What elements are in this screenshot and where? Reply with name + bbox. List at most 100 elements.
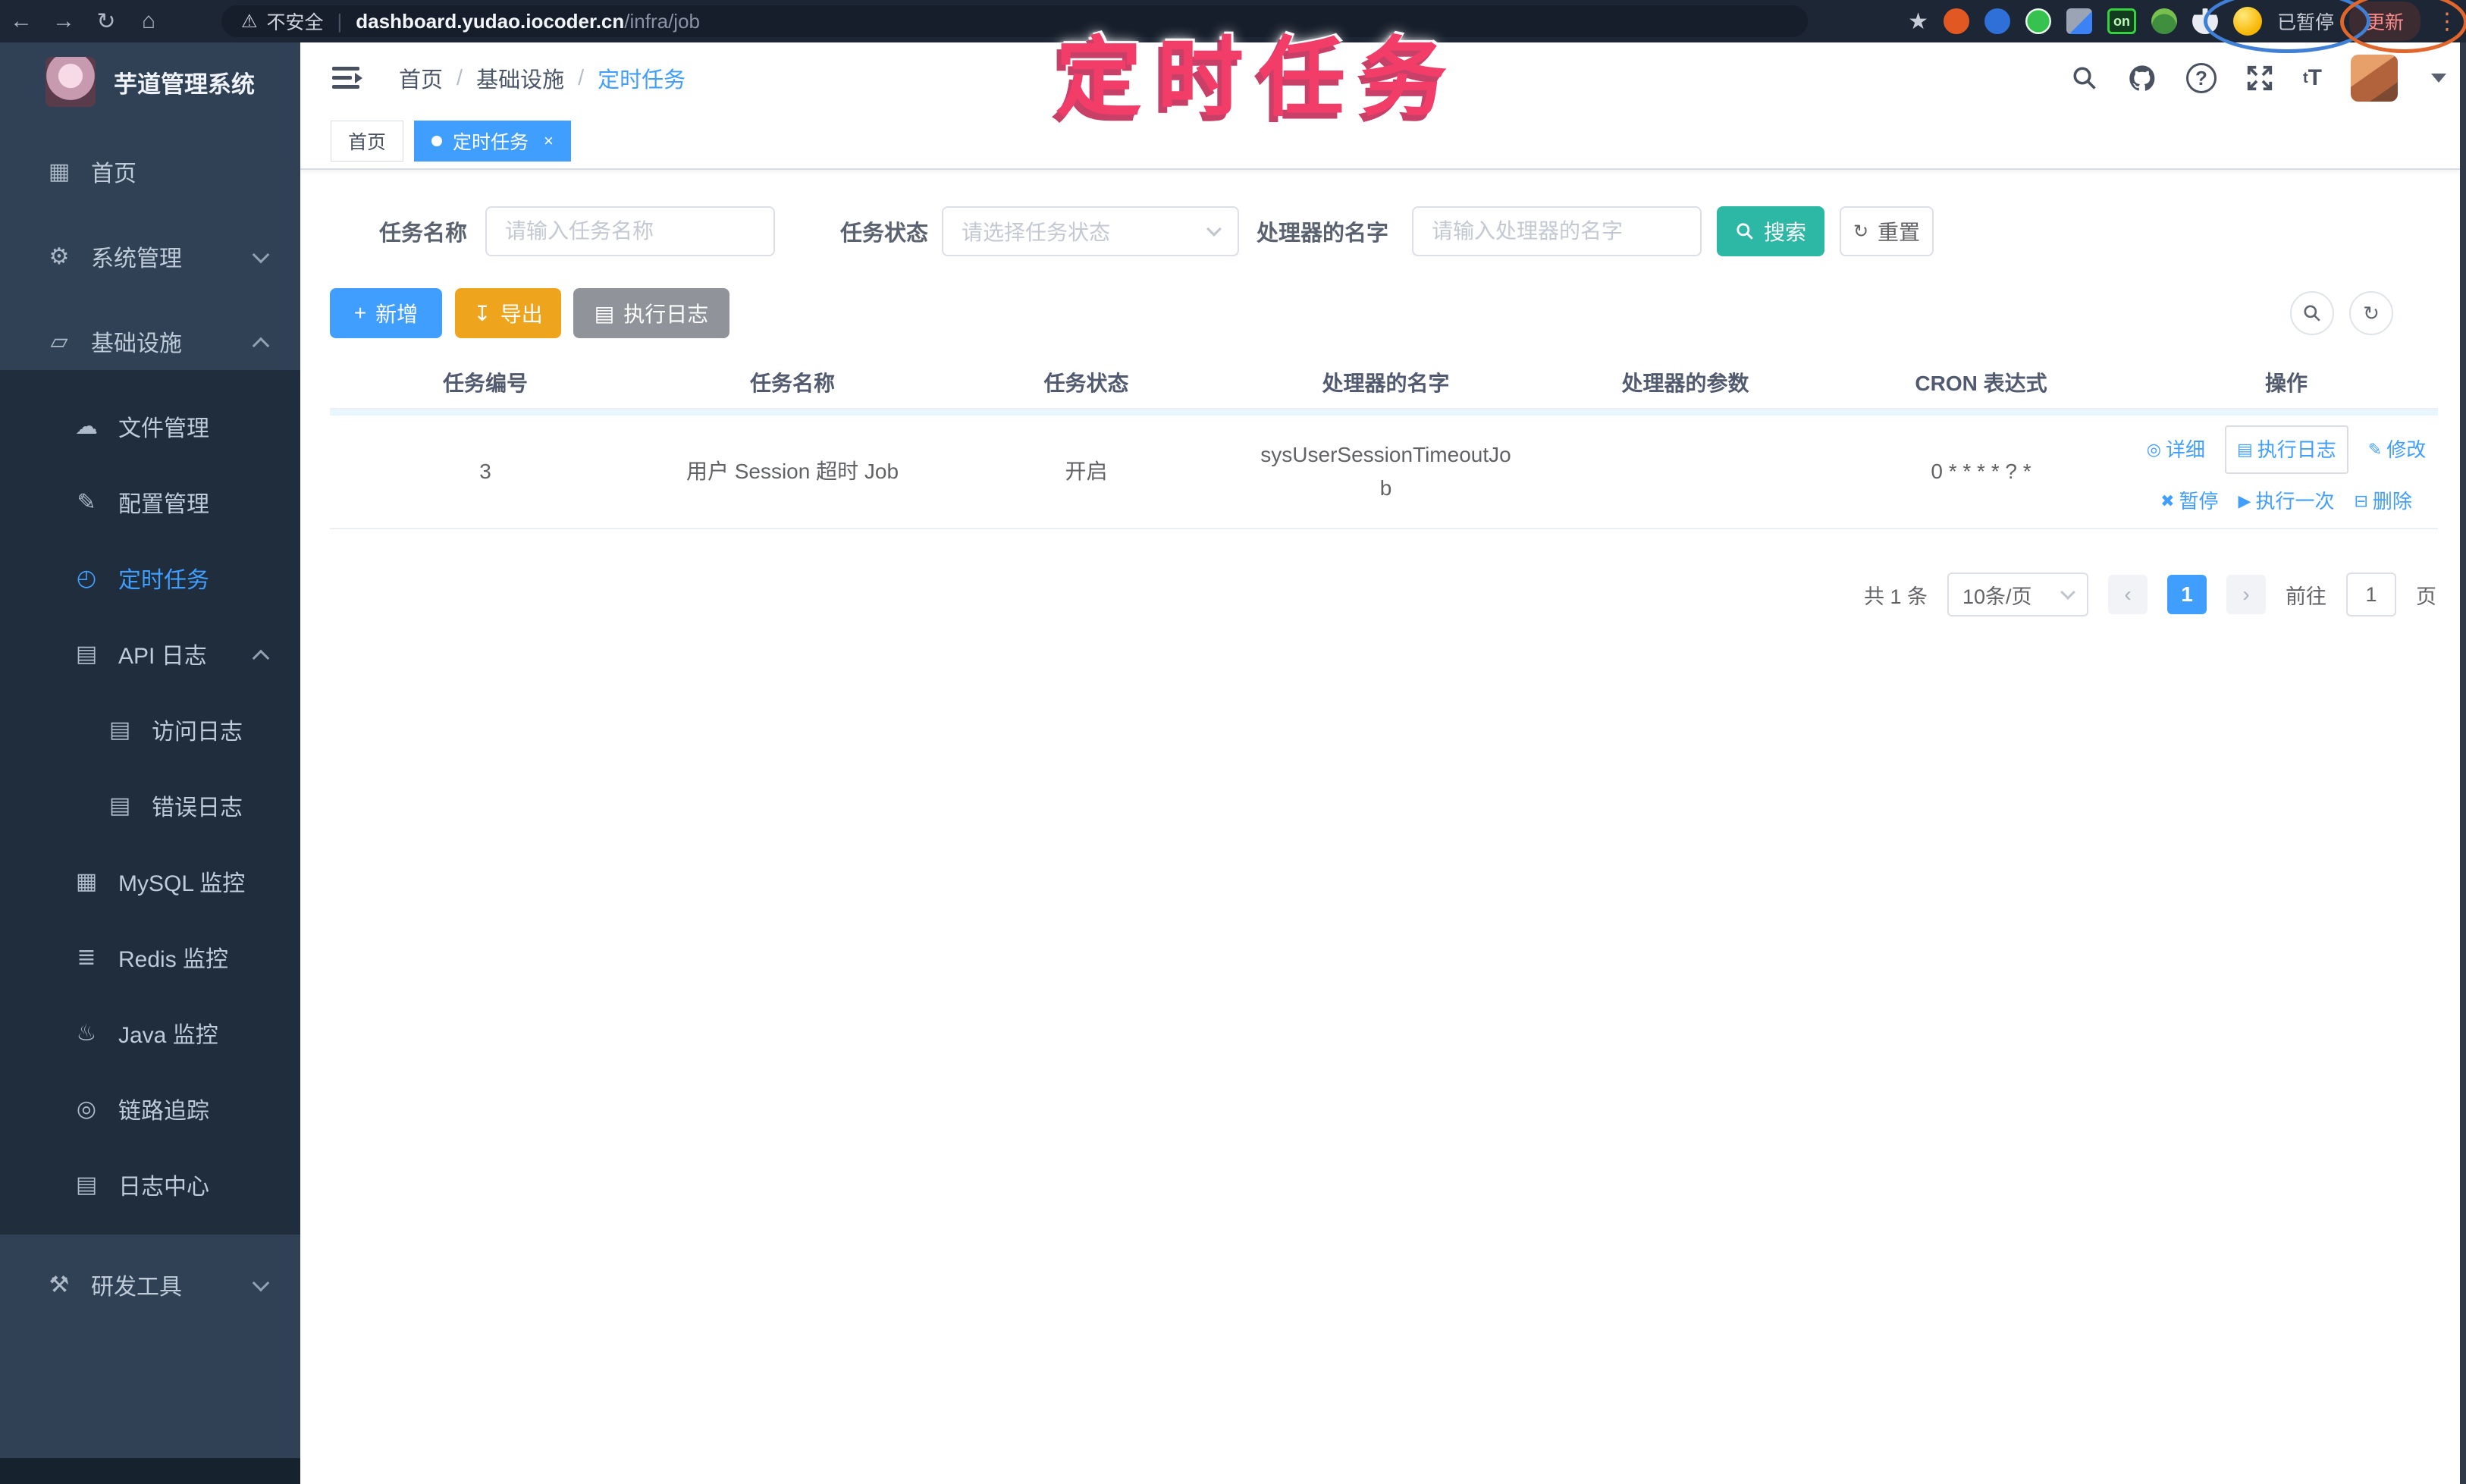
refresh-table-button[interactable]: ↻ — [2349, 291, 2393, 335]
toggle-search-button[interactable] — [2290, 291, 2334, 335]
reset-button[interactable]: ↻ 重置 — [1840, 206, 1934, 256]
detail-link[interactable]: ◎ 详细 — [2147, 433, 2205, 466]
profile-emoji-avatar[interactable] — [2232, 7, 2262, 36]
col-header-actions: 操作 — [2264, 372, 2308, 395]
sidebar-item-mysql-monitor[interactable]: ▦ MySQL 监控 — [0, 852, 300, 910]
chevron-down-icon — [252, 246, 270, 264]
help-icon[interactable]: ? — [2186, 63, 2217, 93]
export-button[interactable]: ↧ 导出 — [455, 288, 561, 338]
page-size-select[interactable]: 10条/页 — [1947, 573, 2088, 617]
row-highlight-strip — [330, 409, 2438, 416]
app-title: 芋道管理系统 — [114, 71, 255, 98]
sidebar-item-access-log[interactable]: ▤ 访问日志 — [0, 701, 300, 758]
extension-icon-blue[interactable] — [1984, 8, 2010, 34]
add-button[interactable]: + 新增 — [330, 288, 442, 338]
sidebar-item-label: 基础设施 — [91, 331, 182, 356]
sidebar-collapse-icon[interactable] — [326, 63, 362, 93]
avatar-caret-icon[interactable] — [2431, 74, 2446, 83]
app-logo-row[interactable]: 芋道管理系统 — [0, 42, 300, 121]
browser-menu-icon[interactable]: ⋮ — [2436, 8, 2460, 35]
list-icon: ▤ — [2236, 440, 2253, 459]
address-bar[interactable]: ⚠ 不安全 | dashboard.yudao.iocoder.cn /infr… — [221, 5, 1808, 37]
gear-icon: ⚙ — [49, 243, 70, 269]
run-once-link[interactable]: ▶ 执行一次 — [2239, 485, 2335, 518]
chevron-up-icon — [252, 649, 270, 667]
cloud-upload-icon: ☁ — [75, 413, 98, 439]
security-label: 不安全 — [266, 12, 324, 33]
main-content: 首页 / 基础设施 / 定时任务 ? t T 首页 定时任务 × 任务名称 请输… — [300, 42, 2466, 1484]
pagination-total: 共 1 条 — [1863, 585, 1928, 608]
sidebar-item-devtools[interactable]: ⚒ 研发工具 — [0, 1256, 300, 1313]
sidebar-item-redis-monitor[interactable]: ≣ Redis 监控 — [0, 928, 300, 986]
prev-page-button[interactable]: ‹ — [2108, 575, 2148, 614]
cell-job-id: 3 — [479, 460, 491, 483]
extension-icon-plant[interactable] — [2151, 8, 2177, 34]
sidebar-item-infra[interactable]: ▱ 基础设施 — [0, 312, 300, 370]
bookmark-star-icon[interactable]: ★ — [1908, 8, 1928, 35]
job-status-select[interactable]: 请选择任务状态 — [942, 206, 1239, 256]
tab-home[interactable]: 首页 — [331, 121, 404, 162]
tab-scheduled-jobs[interactable]: 定时任务 × — [414, 121, 571, 162]
delete-link[interactable]: ⊟ 删除 — [2354, 485, 2411, 518]
browser-reload-icon[interactable]: ↻ — [85, 8, 127, 35]
font-size-icon[interactable]: tT — [2303, 65, 2322, 91]
sidebar-item-label: 首页 — [91, 162, 136, 187]
sidebar-item-error-log[interactable]: ▤ 错误日志 — [0, 777, 300, 834]
chevron-down-icon — [2060, 585, 2075, 600]
extensions-puzzle-icon[interactable] — [2191, 8, 2218, 34]
github-icon[interactable] — [2127, 63, 2157, 93]
sidebar-item-home[interactable]: ▦ 首页 — [0, 143, 300, 200]
redis-icon: ≣ — [77, 944, 96, 970]
dashboard-icon: ▦ — [48, 158, 71, 184]
handler-name-input[interactable] — [1432, 219, 1682, 243]
exec-log-button[interactable]: ▤ 执行日志 — [573, 288, 729, 338]
breadcrumb-home[interactable]: 首页 — [399, 62, 443, 94]
page-number-1[interactable]: 1 — [2167, 575, 2207, 614]
job-status-label: 任务状态 — [840, 221, 929, 246]
sidebar-item-api-log[interactable]: ▤ API 日志 — [0, 625, 300, 682]
sidebar-item-system[interactable]: ⚙ 系统管理 — [0, 227, 300, 285]
tab-label: 首页 — [348, 132, 387, 153]
chevron-down-icon — [1206, 221, 1222, 237]
sidebar-item-trace[interactable]: ◎ 链路追踪 — [0, 1080, 300, 1137]
next-page-button[interactable]: › — [2226, 575, 2266, 614]
browser-back-icon[interactable]: ← — [0, 8, 42, 34]
address-separator: | — [337, 9, 343, 33]
browser-home-icon[interactable]: ⌂ — [127, 8, 170, 34]
extension-on-badge[interactable]: on — [2107, 8, 2136, 34]
extension-icon-orange[interactable] — [1943, 8, 1969, 34]
edit-link[interactable]: ✎ 修改 — [2368, 433, 2426, 466]
sidebar-item-java-monitor[interactable]: ♨ Java 监控 — [0, 1004, 300, 1062]
refresh-icon: ↻ — [1853, 221, 1869, 242]
sidebar-item-label: 配置管理 — [118, 492, 209, 517]
fullscreen-icon[interactable] — [2245, 64, 2274, 93]
add-button-label: 新增 — [375, 303, 419, 326]
tab-close-icon[interactable]: × — [544, 131, 554, 151]
user-avatar[interactable] — [2351, 55, 2398, 102]
extension-icon-green-check[interactable] — [2025, 8, 2051, 34]
goto-page-input[interactable] — [2346, 573, 2396, 617]
trash-icon: ⊟ — [2354, 491, 2368, 510]
breadcrumb-section[interactable]: 基础设施 — [476, 62, 564, 94]
search-button[interactable]: 搜索 — [1717, 206, 1824, 256]
sidebar-item-scheduled-jobs[interactable]: ◴ 定时任务 — [0, 549, 300, 607]
sidebar-item-config-manage[interactable]: ✎ 配置管理 — [0, 473, 300, 531]
pause-link[interactable]: ✖ 暂停 — [2160, 485, 2218, 518]
sidebar-item-log-center[interactable]: ▤ 日志中心 — [0, 1156, 300, 1213]
mysql-icon: ▦ — [75, 868, 98, 894]
search-icon[interactable] — [2071, 64, 2098, 92]
browser-forward-icon[interactable]: → — [42, 8, 85, 34]
cell-actions: ◎ 详细 ▤ 执行日志 ✎ 修改 ✖ 暂停 ▶ 执行一次 ⊟ 删除 — [2135, 425, 2438, 518]
extension-icon-grid[interactable] — [2066, 8, 2092, 34]
job-name-input[interactable] — [505, 219, 755, 243]
sidebar-item-label: Redis 监控 — [118, 947, 229, 972]
browser-update-button[interactable]: 更新 — [2348, 2, 2421, 41]
tab-active-dot — [431, 136, 443, 146]
sidebar-item-label: 系统管理 — [91, 246, 182, 271]
pause-icon: ✖ — [2160, 491, 2175, 510]
sidebar-submenu-infra: ☁ 文件管理 ✎ 配置管理 ◴ 定时任务 ▤ API 日志 ▤ 访问日志 ▤ 错… — [0, 370, 300, 1235]
window-scrollbar[interactable] — [2460, 42, 2466, 1484]
sidebar-item-label: 日志中心 — [118, 1175, 209, 1200]
sidebar-item-file-manage[interactable]: ☁ 文件管理 — [0, 397, 300, 455]
row-exec-log-link[interactable]: ▤ 执行日志 — [2224, 425, 2348, 474]
